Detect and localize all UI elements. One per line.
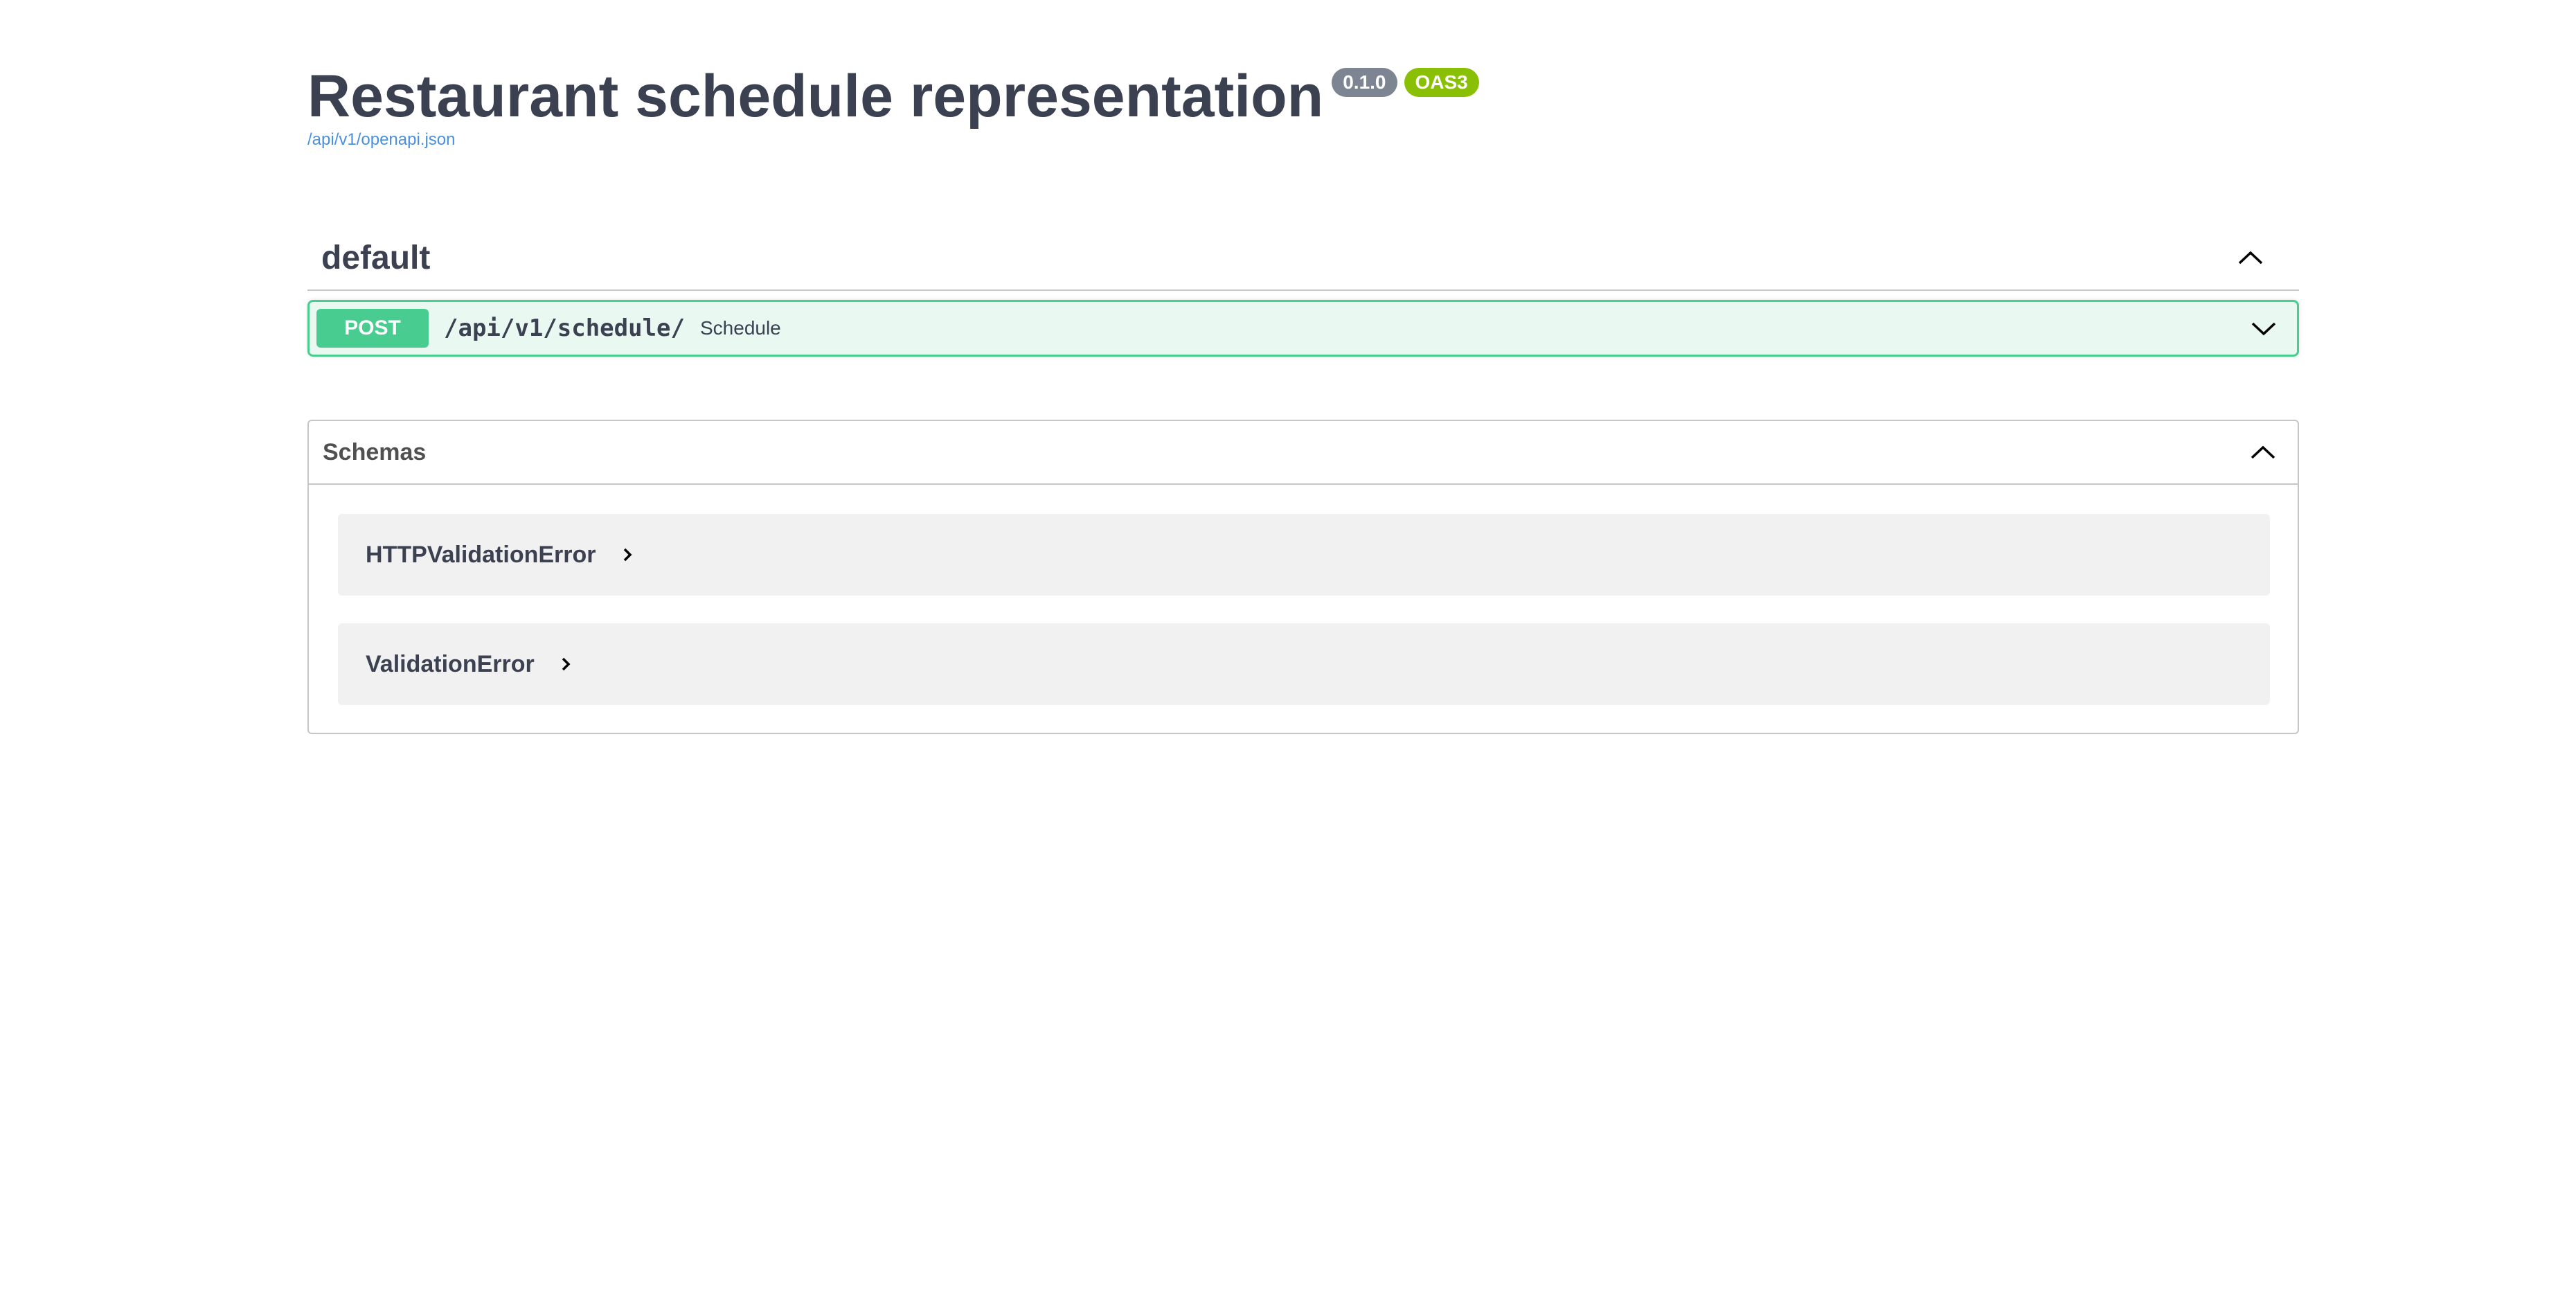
schema-model-name: ValidationError — [366, 650, 535, 677]
chevron-right-icon[interactable] — [617, 544, 638, 565]
tag-name: default — [321, 239, 431, 276]
schemas-section: Schemas HTTPValidationError ValidationEr… — [307, 420, 2299, 734]
opblock-post-schedule[interactable]: POST /api/v1/schedule/ Schedule — [307, 300, 2299, 357]
version-badge: 0.1.0 — [1332, 68, 1397, 97]
chevron-right-icon[interactable] — [555, 654, 576, 675]
schema-model-name: HTTPValidationError — [366, 541, 596, 568]
chevron-up-icon[interactable] — [2242, 431, 2284, 473]
operation-path: /api/v1/schedule/ — [444, 314, 685, 342]
operation-summary: Schedule — [700, 317, 781, 339]
chevron-up-icon[interactable] — [2230, 237, 2271, 278]
tag-section-default[interactable]: default — [307, 226, 2299, 291]
schemas-header[interactable]: Schemas — [309, 421, 2298, 485]
openapi-spec-link[interactable]: /api/v1/openapi.json — [307, 130, 456, 150]
chevron-down-icon[interactable] — [2243, 307, 2284, 349]
schema-model-row[interactable]: HTTPValidationError — [338, 514, 2270, 596]
info-title-row: Restaurant schedule representation 0.1.0… — [307, 66, 1479, 126]
schema-model-row[interactable]: ValidationError — [338, 623, 2270, 705]
oas-badge: OAS3 — [1404, 68, 1479, 97]
schemas-title: Schemas — [323, 438, 427, 465]
method-badge: POST — [316, 309, 429, 348]
page-title: Restaurant schedule representation — [307, 63, 1324, 130]
